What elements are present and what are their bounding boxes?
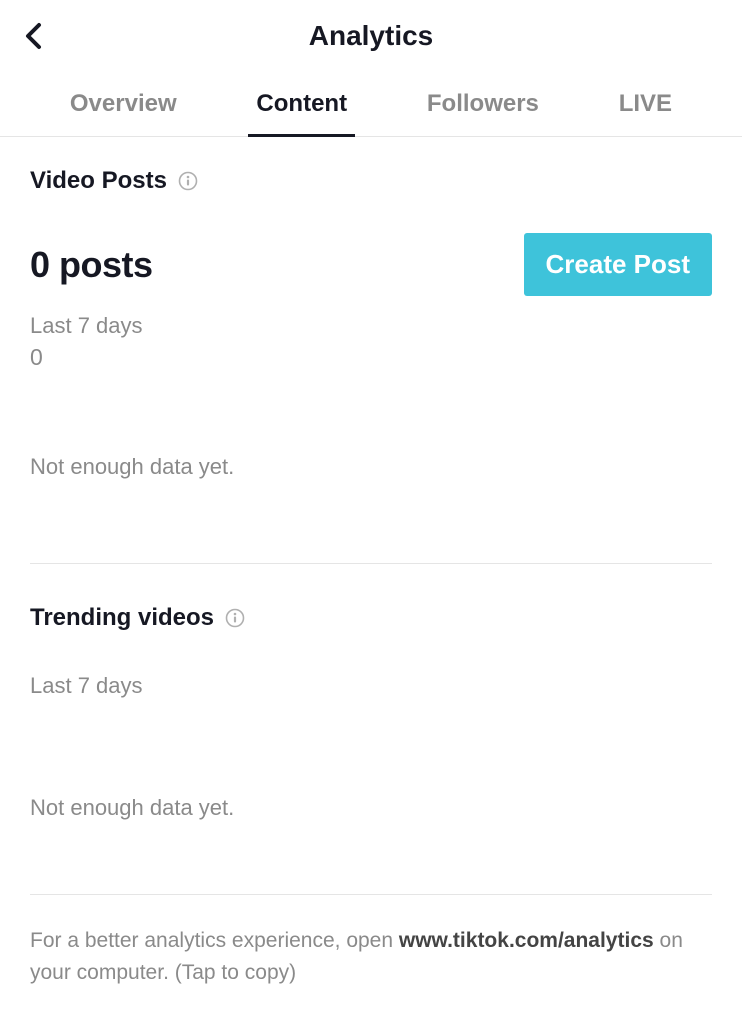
info-icon[interactable] [224, 607, 246, 629]
video-posts-title-row: Video Posts [30, 167, 712, 195]
footer-text: For a better analytics experience, open … [30, 925, 712, 990]
create-post-button[interactable]: Create Post [524, 233, 713, 296]
video-posts-title: Video Posts [30, 167, 167, 195]
tab-overview[interactable]: Overview [62, 72, 185, 137]
trending-videos-section: Trending videos Last 7 days Not enough d… [30, 564, 712, 895]
trending-range: Last 7 days [30, 670, 712, 702]
tabs-bar: Overview Content Followers LIVE [0, 72, 742, 137]
footer-prefix: For a better analytics experience, open [30, 929, 399, 952]
page-title: Analytics [309, 20, 434, 52]
video-posts-section: Video Posts 0 posts Create Post Last 7 d… [30, 167, 712, 564]
video-posts-range: Last 7 days [30, 310, 712, 342]
tab-live[interactable]: LIVE [611, 72, 680, 137]
video-posts-range-count: 0 [30, 344, 712, 371]
info-icon[interactable] [177, 170, 199, 192]
tab-followers[interactable]: Followers [419, 72, 547, 137]
back-icon[interactable] [20, 21, 50, 51]
trending-no-data: Not enough data yet. [30, 792, 712, 824]
trending-title-row: Trending videos [30, 604, 712, 632]
tab-content[interactable]: Content [248, 72, 355, 137]
posts-count: 0 posts [30, 244, 153, 286]
trending-title: Trending videos [30, 604, 214, 632]
footer-note[interactable]: For a better analytics experience, open … [30, 895, 712, 990]
main-content: Video Posts 0 posts Create Post Last 7 d… [0, 137, 742, 990]
header: Analytics [0, 0, 742, 72]
video-posts-no-data: Not enough data yet. [30, 451, 712, 483]
footer-url: www.tiktok.com/analytics [399, 929, 654, 952]
posts-summary-row: 0 posts Create Post [30, 233, 712, 296]
